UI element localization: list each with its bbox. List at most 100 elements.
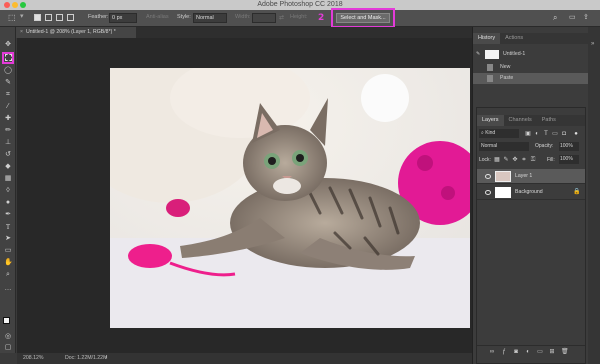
anti-alias-checkbox[interactable]: Anti-alias <box>146 14 169 20</box>
crop-tool-icon[interactable]: ⌗ <box>4 91 12 99</box>
new-layer-icon[interactable]: ⊞ <box>549 349 555 355</box>
tools-panel: ✥ ◯ ✎ ⌗ ⁄ ✚ ✏ ⊥ ↺ ◆ ▦ ◊ ● ✒ T ➤ ▭ ✋ ⌕ … … <box>0 27 16 353</box>
lock-all-icon[interactable]: ⚿ <box>530 157 536 163</box>
document-canvas-image[interactable] <box>110 68 470 328</box>
style-select[interactable]: Normal <box>193 13 227 23</box>
width-input[interactable] <box>252 13 276 23</box>
brush-tool-icon[interactable]: ✏ <box>4 127 12 135</box>
screen-mode-icon[interactable]: ▢ <box>4 344 12 352</box>
history-snapshot-row[interactable]: ✎ Untitled-1 <box>473 47 588 61</box>
tab-channels[interactable]: Channels <box>504 115 537 126</box>
tab-paths[interactable]: Paths <box>537 115 561 126</box>
tab-actions[interactable]: Actions <box>500 33 528 44</box>
history-item-paste[interactable]: Paste <box>473 73 588 84</box>
new-selection-icon[interactable] <box>34 14 41 21</box>
lock-artboard-icon[interactable]: ⌗ <box>521 157 527 163</box>
delete-layer-icon[interactable]: 🗑 <box>561 349 569 355</box>
status-menu-arrow-icon[interactable]: › <box>105 353 107 364</box>
fill-label: Fill: <box>547 157 555 163</box>
layers-panel-tabs: Layers Channels Paths <box>477 115 585 126</box>
opacity-label: Opacity: <box>535 143 554 149</box>
tab-layers[interactable]: Layers <box>477 115 504 126</box>
layer-thumbnail <box>495 171 511 182</box>
link-layers-icon[interactable]: ∞ <box>489 349 495 355</box>
window-title: Adobe Photoshop CC 2018 <box>257 1 343 8</box>
filter-type-icon[interactable]: T <box>543 131 549 137</box>
window-title-bar: Adobe Photoshop CC 2018 <box>0 0 600 10</box>
intersect-selection-icon[interactable] <box>67 14 74 21</box>
workspace-switcher-icon[interactable]: ▭ <box>569 13 576 21</box>
visibility-eye-icon[interactable] <box>485 190 491 195</box>
filter-pixel-icon[interactable]: ▣ <box>525 131 531 137</box>
layer-row-layer-1[interactable]: Layer 1 <box>477 169 585 184</box>
eraser-tool-icon[interactable]: ◆ <box>4 163 12 171</box>
layer-kind-filter[interactable]: ⌕ Kind <box>479 129 519 138</box>
visibility-eye-icon[interactable] <box>485 174 491 179</box>
document-size-info[interactable]: Doc: 1.22M/1.22M <box>65 353 107 364</box>
feather-input[interactable]: 0 px <box>109 13 137 23</box>
swap-dimensions-icon[interactable]: ⇄ <box>279 14 284 21</box>
right-panel-dock: » History Actions ✎ Untitled-1 New Paste … <box>472 27 600 364</box>
adjustment-layer-icon[interactable]: ◐ <box>525 349 531 355</box>
blur-tool-icon[interactable]: ◊ <box>4 187 12 195</box>
healing-brush-tool-icon[interactable]: ✚ <box>4 115 12 123</box>
annotation-step-2: 2 <box>318 13 325 23</box>
zoom-tool-icon[interactable]: ⌕ <box>4 271 12 279</box>
history-item-new[interactable]: New <box>473 62 588 73</box>
hand-tool-icon[interactable]: ✋ <box>4 259 13 267</box>
add-to-selection-icon[interactable] <box>45 14 52 21</box>
type-tool-icon[interactable]: T <box>4 223 12 231</box>
rectangular-marquee-tool-icon[interactable] <box>4 54 12 61</box>
gradient-tool-icon[interactable]: ▦ <box>4 175 12 183</box>
layer-row-background[interactable]: Background 🔒 <box>477 185 585 200</box>
search-icon[interactable]: ⌕ <box>553 13 557 23</box>
lasso-tool-icon[interactable]: ◯ <box>4 67 12 75</box>
dodge-tool-icon[interactable]: ● <box>4 199 12 207</box>
foreground-color-swatch[interactable] <box>3 317 10 324</box>
tab-history[interactable]: History <box>473 33 501 44</box>
history-brush-tool-icon[interactable]: ↺ <box>4 151 12 159</box>
lock-label: Lock: <box>479 157 491 163</box>
quick-mask-icon[interactable]: ◎ <box>4 333 12 341</box>
status-bar: 208.12% Doc: 1.22M/1.22M › <box>17 353 472 364</box>
lock-position-icon[interactable]: ✥ <box>512 157 518 163</box>
document-tab[interactable]: × Untitled-1 @ 208% (Layer 1, RGB/8*) * <box>16 27 136 38</box>
document-close-icon[interactable]: × <box>20 29 23 35</box>
add-mask-icon[interactable]: ◙ <box>513 349 519 355</box>
filter-adjustment-icon[interactable]: ◐ <box>534 131 540 137</box>
pen-tool-icon[interactable]: ✒ <box>4 211 12 219</box>
new-group-icon[interactable]: ▭ <box>537 349 543 355</box>
select-and-mask-button[interactable]: Select and Mask... <box>336 13 390 23</box>
more-tools-icon[interactable]: … <box>4 285 12 293</box>
fill-input[interactable]: 100% <box>559 155 579 164</box>
layer-style-icon[interactable]: ƒ <box>501 349 507 355</box>
eyedropper-tool-icon[interactable]: ⁄ <box>4 103 12 111</box>
filter-toggle-icon[interactable]: ● <box>573 131 579 137</box>
filter-shape-icon[interactable]: ▭ <box>552 131 558 137</box>
share-icon[interactable]: ⇪ <box>583 13 589 21</box>
kind-filter-label: Kind <box>485 130 496 136</box>
quick-selection-tool-icon[interactable]: ✎ <box>4 79 12 87</box>
lock-image-icon[interactable]: ✎ <box>503 157 509 163</box>
opacity-input[interactable]: 100% <box>559 142 579 151</box>
layer-name[interactable]: Layer 1 <box>515 169 532 184</box>
chevron-down-icon[interactable]: ▾ <box>20 12 24 20</box>
history-item-label: Paste <box>500 75 514 81</box>
lock-transparent-icon[interactable]: ▦ <box>494 157 500 163</box>
kitten-photo <box>110 68 470 328</box>
options-bar: ⬚ ▾ Feather: 0 px Anti-alias Style: Norm… <box>0 8 600 28</box>
filter-smart-object-icon[interactable]: ◘ <box>561 131 567 137</box>
layer-name[interactable]: Background <box>515 185 543 200</box>
clone-stamp-tool-icon[interactable]: ⊥ <box>4 139 12 147</box>
rectangle-tool-icon[interactable]: ▭ <box>4 247 12 255</box>
collapse-panels-icon[interactable]: » <box>591 41 594 47</box>
move-tool-icon[interactable]: ✥ <box>4 41 12 49</box>
history-state-icon <box>487 75 493 82</box>
snapshot-label: Untitled-1 <box>503 51 526 57</box>
subtract-from-selection-icon[interactable] <box>56 14 63 21</box>
rectangular-marquee-tool-preset-icon[interactable]: ⬚ <box>8 13 16 22</box>
path-selection-tool-icon[interactable]: ➤ <box>4 235 12 243</box>
zoom-level[interactable]: 208.12% <box>23 353 43 364</box>
blend-mode-select[interactable]: Normal <box>479 142 529 151</box>
history-item-label: New <box>500 64 511 70</box>
